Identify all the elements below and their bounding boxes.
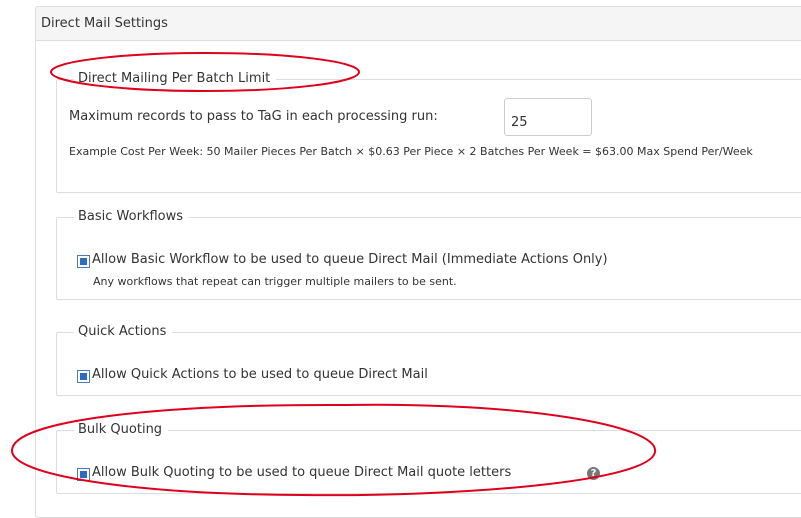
bulk-quoting-checkbox-label[interactable]: Allow Bulk Quoting to be used to queue D… xyxy=(92,465,511,480)
bulk-quoting-checkbox[interactable] xyxy=(77,468,90,481)
question-circle-icon[interactable]: ? xyxy=(587,467,600,480)
basic-workflows-fieldset: Basic Workflows Allow Basic Workflow to … xyxy=(56,207,801,300)
basic-workflows-legend: Basic Workflows xyxy=(74,207,190,227)
basic-workflow-note: Any workflows that repeat can trigger mu… xyxy=(93,275,457,288)
basic-workflow-checkbox[interactable] xyxy=(77,255,90,268)
batch-limit-fieldset: Direct Mailing Per Batch Limit Maximum r… xyxy=(56,69,801,193)
max-records-label: Maximum records to pass to TaG in each p… xyxy=(69,109,438,124)
quick-actions-fieldset: Quick Actions Allow Quick Actions to be … xyxy=(56,322,801,396)
quick-actions-legend: Quick Actions xyxy=(74,322,173,342)
batch-limit-legend: Direct Mailing Per Batch Limit xyxy=(74,69,277,89)
quick-actions-checkbox[interactable] xyxy=(77,370,90,383)
panel-heading: Direct Mail Settings xyxy=(36,7,801,41)
basic-workflow-checkbox-label[interactable]: Allow Basic Workflow to be used to queue… xyxy=(92,252,608,267)
quick-actions-checkbox-label[interactable]: Allow Quick Actions to be used to queue … xyxy=(92,367,428,382)
bulk-quoting-fieldset: Bulk Quoting Allow Bulk Quoting to be us… xyxy=(56,420,801,494)
bulk-quoting-legend: Bulk Quoting xyxy=(74,420,169,440)
max-records-input[interactable] xyxy=(504,98,592,136)
example-cost-text: Example Cost Per Week: 50 Mailer Pieces … xyxy=(69,145,753,158)
panel-title: Direct Mail Settings xyxy=(41,16,168,31)
direct-mail-settings-panel: Direct Mail Settings Direct Mailing Per … xyxy=(35,6,801,518)
